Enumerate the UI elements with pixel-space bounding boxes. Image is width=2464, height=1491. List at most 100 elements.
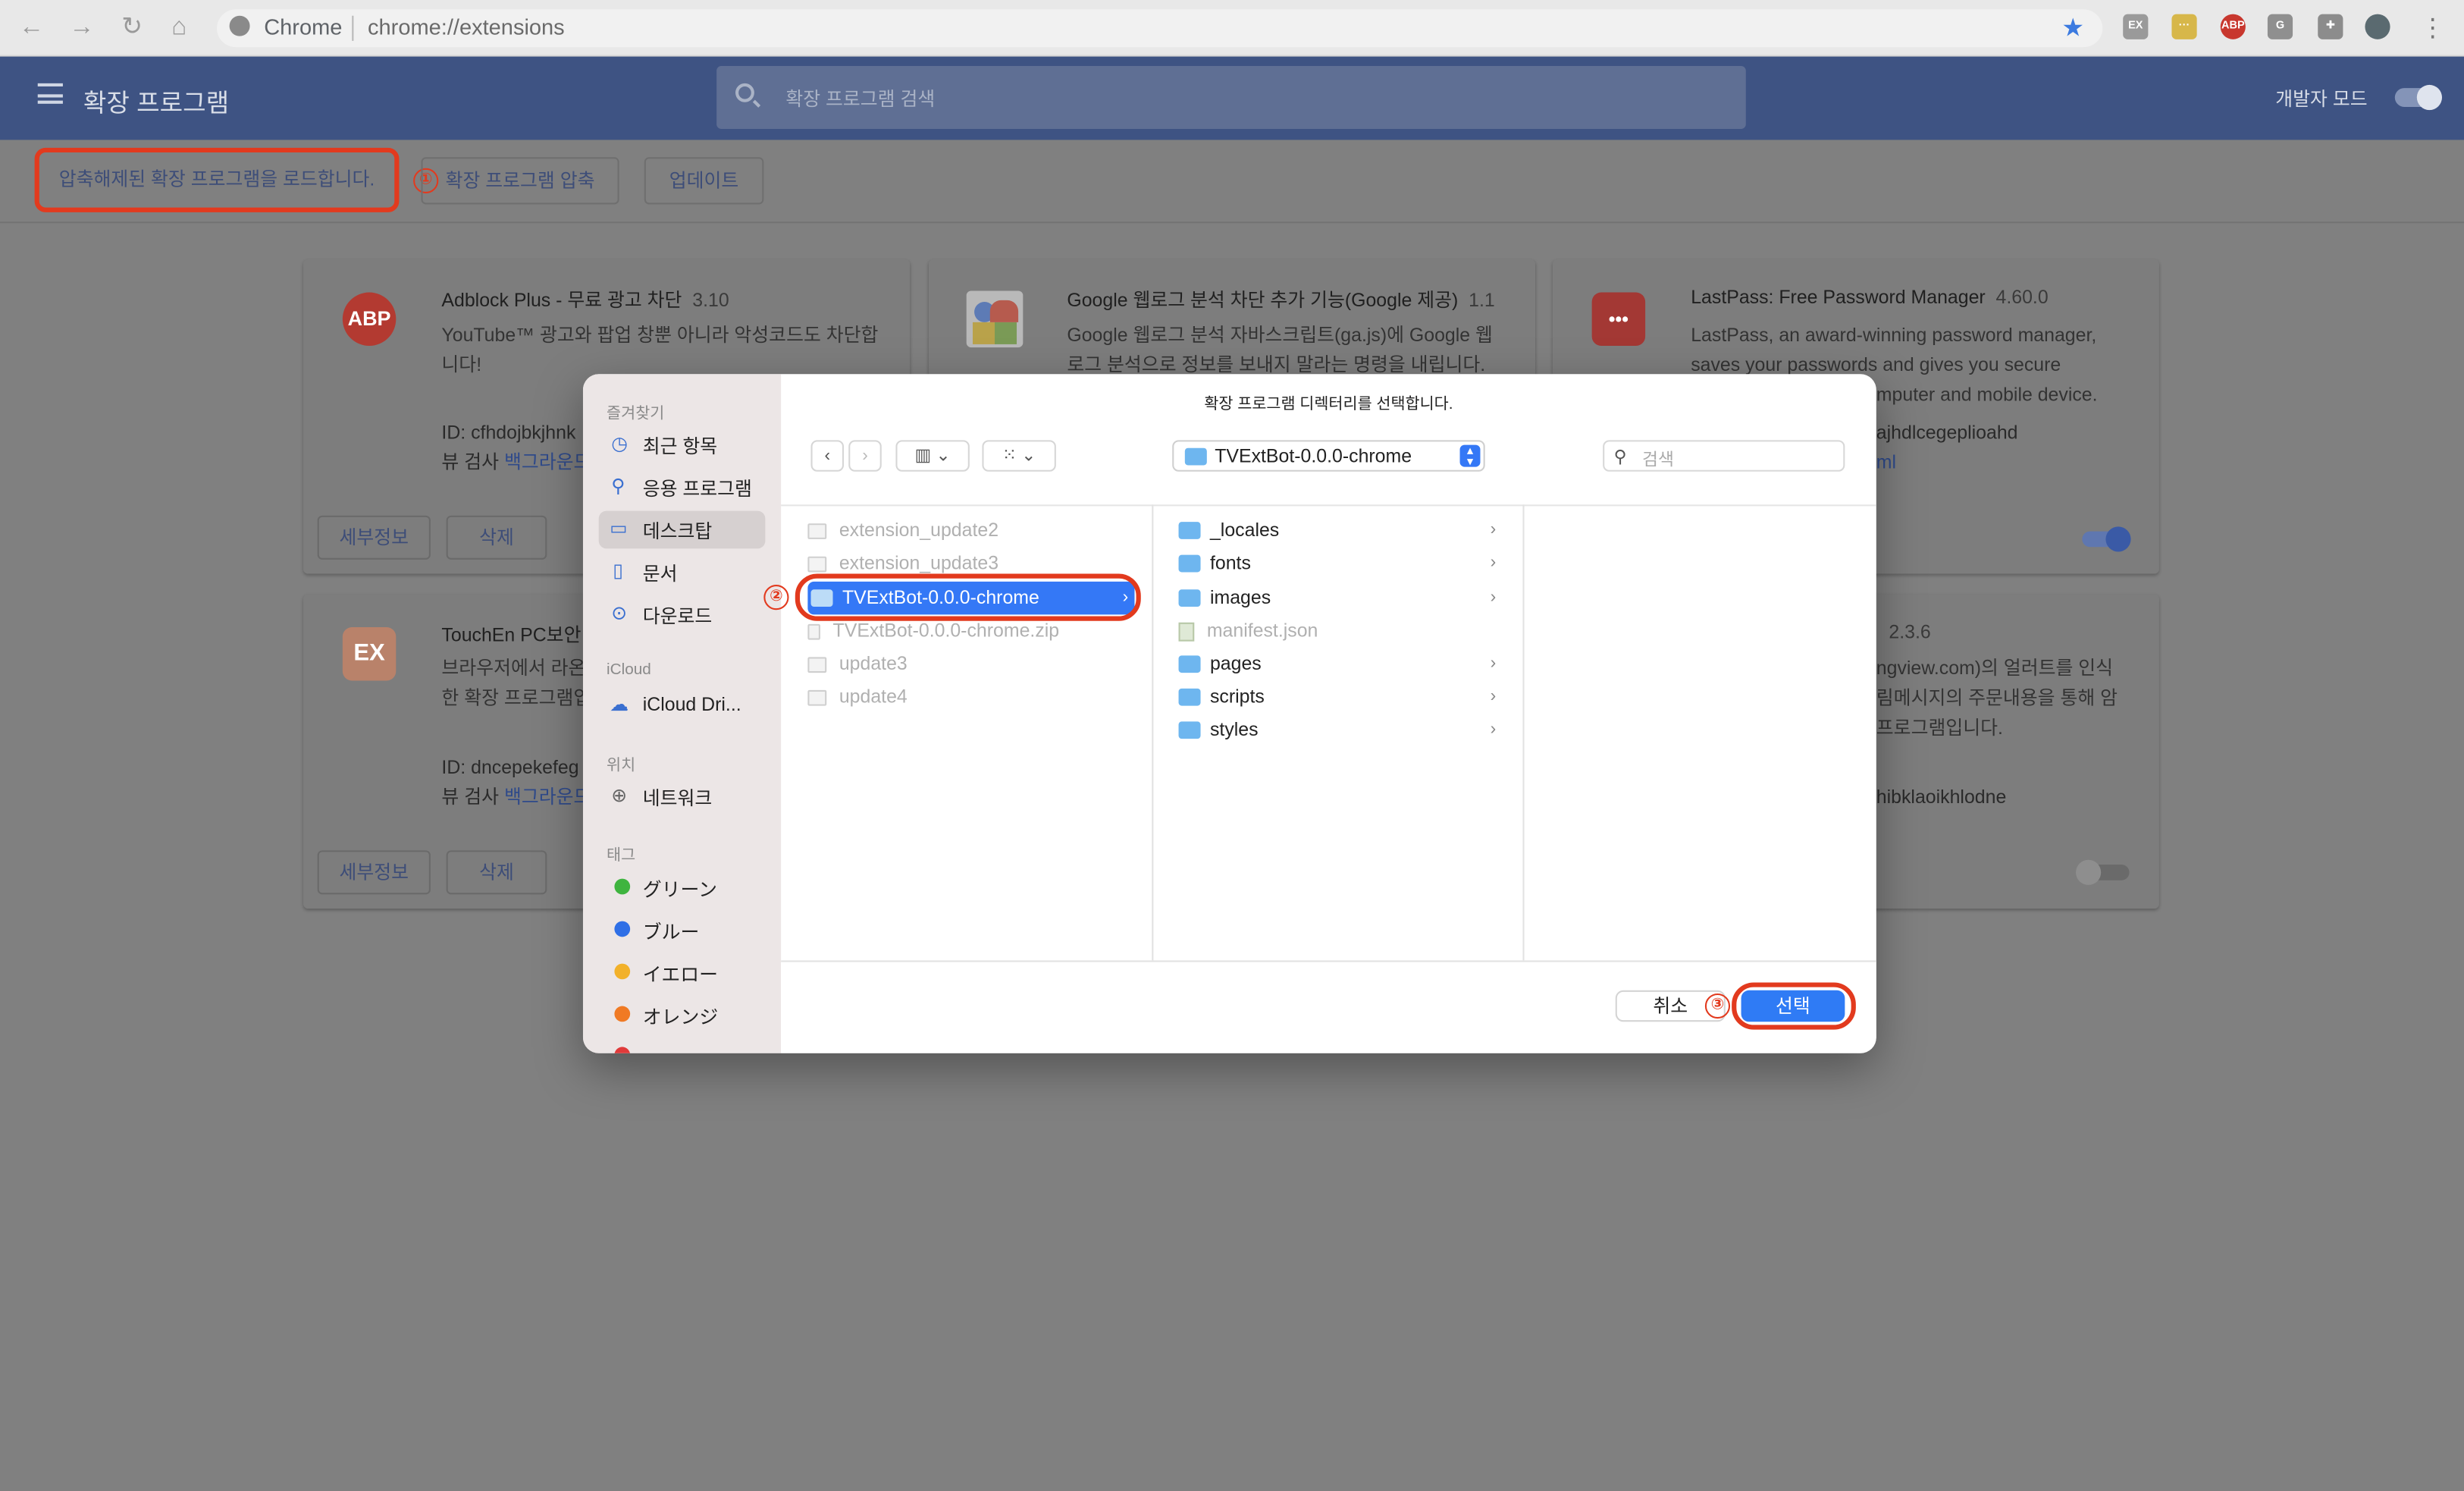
folder-row[interactable]: fonts › [1178, 547, 1519, 580]
sidebar-tag-orange[interactable]: オレンジ [643, 1003, 719, 1029]
annotation-highlight [795, 573, 1141, 621]
home-icon[interactable]: ⌂ [164, 13, 195, 44]
remove-button[interactable]: 삭제 [446, 515, 547, 560]
google-analytics-icon [966, 290, 1024, 348]
search-icon [735, 83, 754, 102]
list-item[interactable]: update3 [807, 648, 1137, 681]
extension-name: Adblock Plus - 무료 광고 차단 3.10 [441, 289, 729, 312]
search-icon: ⚲ [1613, 447, 1627, 467]
orange-tag-icon [614, 1006, 631, 1022]
group-button[interactable]: ⁙ ⌄ [982, 440, 1056, 472]
folder-row[interactable]: styles › [1178, 714, 1519, 747]
view-mode-button[interactable]: ▥ ⌄ [895, 440, 970, 472]
location-header: 위치 [607, 758, 636, 775]
enable-toggle-knob[interactable] [2076, 859, 2102, 885]
network-icon: ⊕ [611, 784, 628, 807]
search-placeholder: 확장 프로그램 검색 [785, 88, 936, 111]
desktop-icon: ▭ [610, 516, 628, 539]
remove-button[interactable]: 삭제 [446, 850, 547, 895]
favorites-header: 즐겨찾기 [607, 405, 665, 423]
extension-version: 2.3.6 [1889, 620, 1931, 643]
sidebar-item-applications[interactable]: 응용 프로그램 [643, 475, 752, 501]
sidebar-tag-blue[interactable]: ブルー [643, 918, 700, 944]
tags-header: 태그 [607, 847, 636, 865]
extension-id: ID: dncepekefeg 뷰 검사 백그라운드 [441, 755, 591, 808]
extension-id: ajhdlcegeplioahd ml [1876, 421, 2018, 473]
lastpass-icon: ••• [1591, 292, 1646, 346]
green-tag-icon [614, 878, 631, 895]
back-nav-button[interactable]: ‹ [810, 440, 845, 472]
sidebar-item-downloads[interactable]: 다운로드 [643, 602, 713, 629]
updown-chevron-icon: ▴ ▾ [1459, 444, 1481, 468]
page-title: 확장 프로그램 [83, 91, 230, 118]
folder-row[interactable]: _locales › [1178, 514, 1519, 548]
annotation-step-3: ③ [1704, 993, 1731, 1019]
folder-row[interactable]: images › [1178, 582, 1519, 615]
folder-icon [1184, 447, 1207, 466]
dev-mode-label: 개발자 모드 [2275, 88, 2368, 111]
bookmark-star-icon[interactable]: ★ [2061, 13, 2084, 44]
list-item[interactable]: update4 [807, 680, 1137, 714]
extension-name: TouchEn PC보안 [441, 623, 582, 646]
sidebar-tag-yellow[interactable]: イエロー [643, 960, 718, 987]
sidebar-item-icloud-drive[interactable]: iCloud Dri... [643, 693, 741, 715]
pack-extension-button[interactable]: 확장 프로그램 압축 [421, 157, 619, 205]
lastpass-extension-icon[interactable]: ··· [2171, 14, 2197, 39]
download-icon: ⊙ [611, 601, 628, 624]
file-row[interactable]: manifest.json [1178, 614, 1519, 648]
puzzle-icon[interactable]: ✚ [2318, 14, 2343, 39]
touchen-icon: EX [342, 627, 397, 681]
cloud-icon: ☁ [610, 693, 629, 716]
url-text[interactable]: chrome://extensions [368, 14, 565, 39]
extension-id: ID: cfhdojbkjhnk 뷰 검사 백그라운드 [441, 421, 591, 473]
column-divider [1522, 504, 1525, 961]
dev-mode-toggle-knob[interactable] [2416, 84, 2442, 111]
list-item[interactable]: TVExtBot-0.0.0-chrome.zip [807, 614, 1137, 648]
dialog-title: 확장 프로그램 디렉터리를 선택합니다. [1204, 396, 1453, 414]
more-menu-icon[interactable]: ⋮ [2420, 13, 2445, 44]
sidebar-item-recent[interactable]: 최근 항목 [643, 432, 717, 459]
reload-icon[interactable]: ↻ [116, 13, 147, 44]
update-button[interactable]: 업데이트 [644, 157, 764, 205]
hamburger-menu-icon[interactable] [37, 83, 63, 104]
list-item[interactable]: extension_update2 [807, 514, 1137, 548]
extension-description: Google 웹로그 분석 자바스크립트(ga.js)에 Google 웹 로그 … [1067, 323, 1493, 376]
annotation-highlight [34, 147, 400, 212]
annotation-highlight [1732, 982, 1856, 1030]
divider [781, 504, 1876, 507]
column-divider [1152, 504, 1154, 961]
details-button[interactable]: 세부정보 [317, 515, 431, 560]
extension-description: 브라우저에서 라온 한 확장 프로그램입 [441, 657, 591, 709]
back-icon[interactable]: ← [16, 13, 47, 44]
ga-extension-icon[interactable]: G [2267, 14, 2293, 39]
extension-name: LastPass: Free Password Manager 4.60.0 [1691, 286, 2049, 309]
clock-icon: ◷ [611, 432, 629, 455]
yellow-tag-icon [614, 963, 631, 980]
sidebar-tag-green[interactable]: グリーン [643, 875, 717, 902]
ex-extension-icon[interactable]: EX [2123, 14, 2149, 39]
dialog-search-input[interactable] [1603, 440, 1845, 472]
abp-extension-icon[interactable]: ABP [2220, 14, 2246, 39]
extension-id: hibklaoikhlodne [1876, 786, 2007, 808]
extension-description: ngview.com)의 얼러트를 인식 림메시지의 주문내용을 통해 암 프로그램… [1876, 657, 2118, 739]
forward-icon[interactable]: → [66, 13, 97, 44]
document-icon: ▯ [613, 559, 624, 582]
dialog-search-placeholder: 검색 [1641, 450, 1674, 470]
annotation-step-2: ② [763, 585, 789, 611]
profile-avatar[interactable] [2365, 14, 2390, 39]
icloud-header: iCloud [607, 661, 651, 680]
chrome-icon [229, 15, 250, 36]
extension-name: Google 웹로그 분석 차단 추가 기능(Google 제공) 1.1 [1067, 289, 1495, 312]
sidebar-item-network[interactable]: 네트워크 [643, 784, 713, 811]
site-label: Chrome [264, 14, 343, 39]
details-button[interactable]: 세부정보 [317, 850, 431, 895]
abp-icon: ABP [342, 292, 397, 346]
extension-description: YouTube™ 광고와 팝업 창뿐 아니라 악성코드도 차단합 니다! [441, 323, 879, 376]
folder-row[interactable]: scripts › [1178, 680, 1519, 714]
forward-nav-button[interactable]: › [848, 440, 882, 472]
folder-row[interactable]: pages › [1178, 648, 1519, 681]
apps-icon: ⚲ [611, 474, 625, 497]
sidebar-item-desktop[interactable]: 데스크탑 [643, 517, 713, 544]
enable-toggle-knob[interactable] [2105, 526, 2131, 552]
sidebar-item-documents[interactable]: 문서 [643, 560, 678, 586]
